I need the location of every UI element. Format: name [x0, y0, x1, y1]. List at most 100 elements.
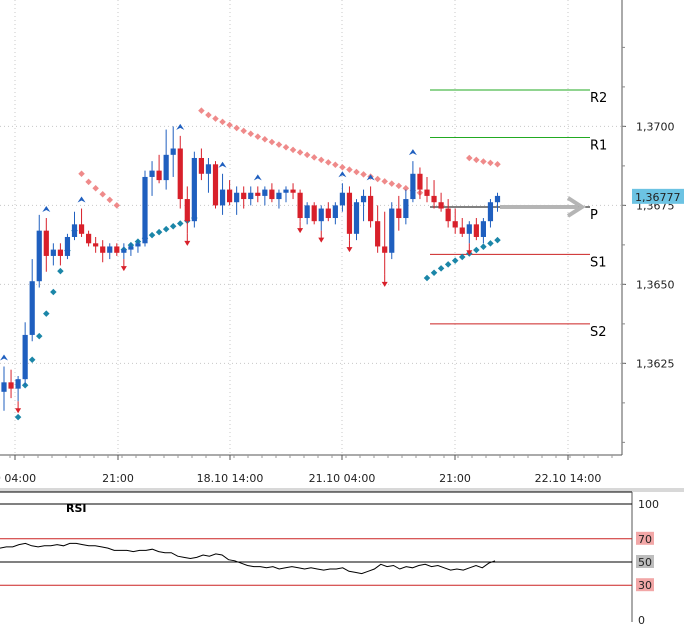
psar-dot-blue [28, 356, 36, 363]
candle-body [262, 189, 268, 196]
x-tick-label: 18.10 14:00 [197, 472, 264, 485]
psar-dot-red [303, 151, 311, 159]
psar-dot-red [219, 118, 226, 126]
candle-body [43, 230, 49, 256]
psar-dot-red [317, 156, 325, 164]
psar-dot-blue [423, 274, 431, 282]
psar-dot-red [473, 156, 480, 164]
psar-dot-blue [437, 265, 445, 272]
pivot-label-s1: S1 [590, 255, 607, 270]
candle-body [15, 379, 21, 389]
candle-body [480, 221, 486, 237]
fractal-down-arrow [381, 281, 388, 287]
psar-dot-red [487, 159, 494, 167]
pivot-label-s2: S2 [590, 325, 607, 340]
candle-body [205, 164, 212, 174]
psar-dot-blue [444, 261, 452, 268]
psar-dot-red [346, 166, 353, 173]
psar-dot-red [282, 144, 290, 151]
y-tick-label: 1,3700 [636, 120, 675, 133]
fractal-down-arrow [297, 228, 304, 234]
fractal-down-arrow [120, 266, 127, 272]
psar-dot-red [353, 168, 360, 176]
psar-dot-blue [14, 413, 22, 421]
candle-body [410, 173, 416, 200]
candle-body [438, 202, 444, 209]
psar-dot-red [296, 149, 304, 156]
candle-body [403, 199, 409, 219]
candle-body [50, 249, 56, 256]
candle-body [389, 208, 395, 253]
candle-body [445, 208, 451, 222]
candle-body [227, 189, 233, 203]
candle-body [191, 157, 197, 222]
psar-dot-red [381, 178, 388, 185]
pivot-label-r1: R1 [590, 138, 607, 153]
psar-dot-blue [35, 332, 43, 340]
psar-dot-red [205, 111, 212, 119]
candle-body [360, 195, 367, 203]
candle-body [29, 281, 35, 335]
forex-chart: R2R1PS1S2 1,37001,36751,36501,36251,3677… [0, 0, 684, 626]
fractals [0, 123, 473, 414]
candle-body [417, 173, 423, 190]
candle-body [290, 189, 296, 193]
rsi-line [0, 542, 496, 575]
psar-dot-red [92, 185, 99, 192]
psar-dot-red [212, 115, 219, 122]
candle-body [8, 382, 14, 389]
panel-separator [0, 488, 684, 492]
psar-dot-red [325, 159, 332, 166]
psar-dot-red [247, 130, 255, 138]
psar-dot-blue [176, 220, 184, 227]
psar-dot-red [78, 170, 85, 178]
candle-body [382, 246, 388, 253]
candle-body [114, 246, 120, 253]
candle-body [121, 249, 127, 253]
rsi-level-label: 0 [638, 614, 645, 626]
fractal-up-arrow [408, 149, 417, 156]
candle-body [234, 192, 240, 203]
candle-body [142, 176, 148, 244]
price-axis: 1,37001,36751,36501,36251,36777 [622, 46, 684, 443]
candle-body [177, 148, 183, 200]
fractal-up-arrow [0, 354, 8, 361]
candle-body [353, 202, 360, 234]
candle-body [86, 233, 92, 244]
candle-body [304, 205, 310, 219]
psar-dot-blue [451, 257, 459, 264]
fractal-down-arrow [318, 237, 325, 243]
candle-body [325, 208, 331, 219]
rsi-level-label: 100 [638, 498, 659, 511]
candle-body [276, 192, 282, 200]
psar-dot-blue [473, 246, 480, 254]
time-axis: 0 04:00 21:00 18.10 14:00 21.10 04:00 21:00 2… [0, 455, 613, 485]
candle-body [459, 227, 465, 234]
candle-body [64, 236, 71, 256]
candle-body [473, 224, 479, 237]
x-tick-label: 0 04:00 [0, 472, 36, 485]
candle-body [424, 189, 430, 196]
candle-body [128, 246, 134, 250]
candle-body [248, 192, 254, 200]
parabolic-sar [14, 107, 501, 421]
psar-dot-red [113, 202, 121, 209]
x-tick-label: 22.10 14:00 [535, 472, 602, 485]
rsi-panel: 100 70 50 30 0 RSI [0, 488, 684, 626]
rsi-level-label: 70 [638, 533, 652, 546]
fractal-down-arrow [346, 247, 353, 253]
candle-body [156, 170, 162, 181]
candle-body [198, 157, 204, 174]
psar-dot-blue [480, 243, 487, 250]
psar-dot-blue [148, 231, 156, 239]
psar-dot-blue [162, 225, 170, 233]
candle-body [297, 192, 303, 219]
psar-dot-blue [50, 288, 57, 296]
pivot-label-p: P [590, 208, 598, 223]
psar-dot-blue [169, 223, 177, 230]
psar-dot-red [310, 154, 318, 161]
psar-dot-red [226, 121, 233, 129]
psar-dot-red [289, 146, 297, 154]
candle-body [219, 189, 226, 206]
candle-body [78, 224, 85, 234]
